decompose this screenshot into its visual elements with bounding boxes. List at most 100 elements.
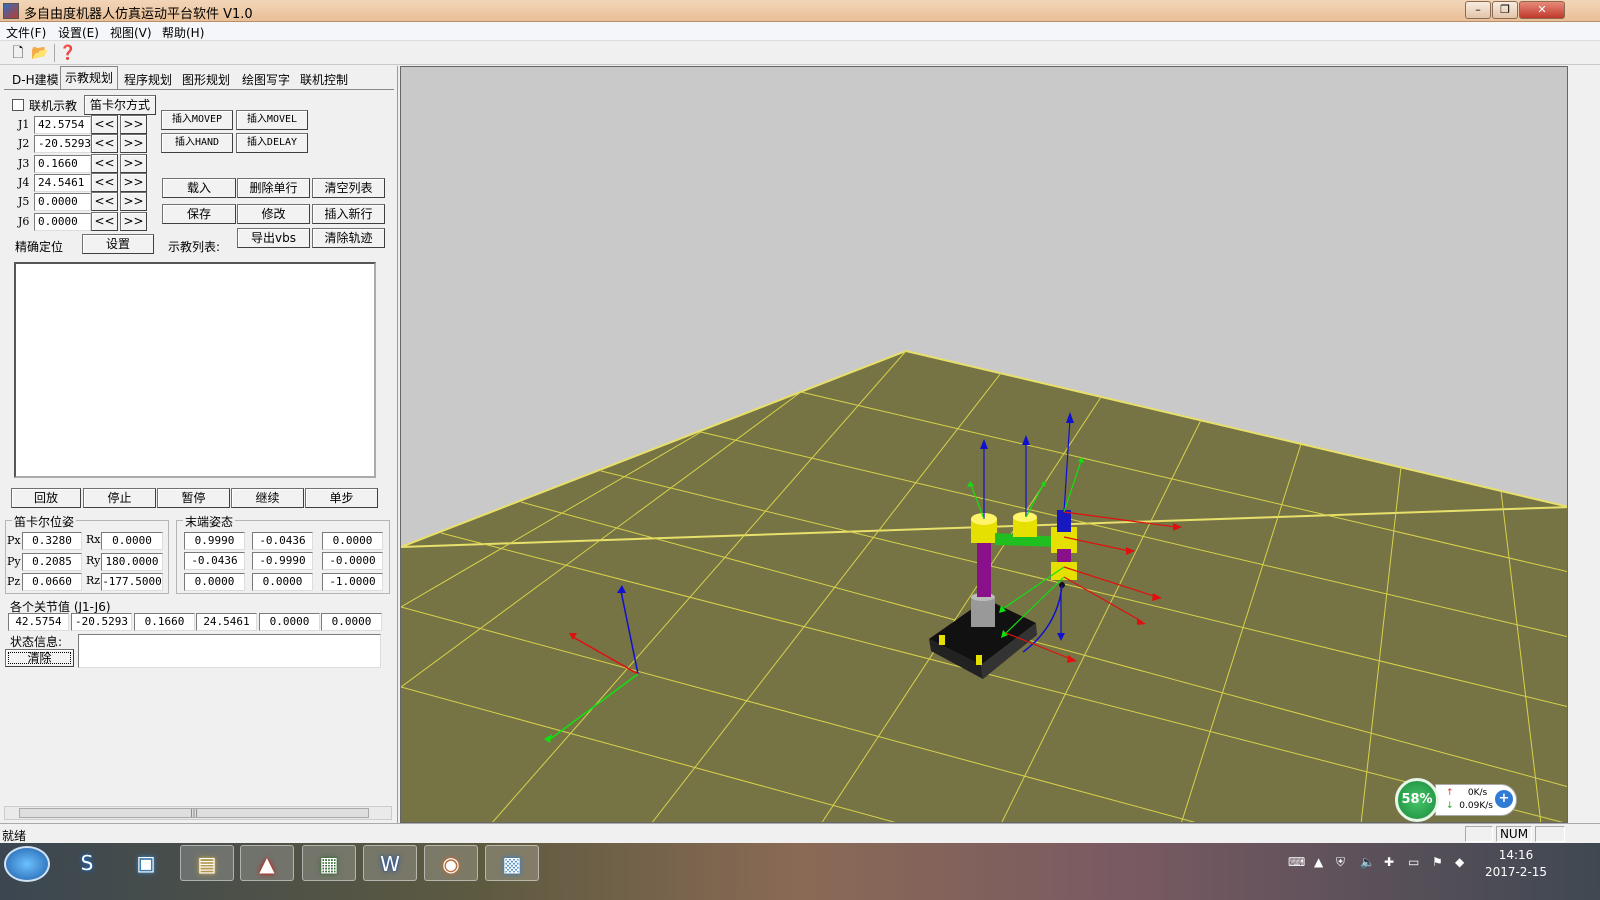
keyboard-icon[interactable]: ⌨ — [1288, 855, 1305, 869]
save-button[interactable]: 保存 — [162, 204, 236, 224]
pause-button[interactable]: 暂停 — [157, 488, 230, 508]
load-button[interactable]: 载入 — [162, 178, 236, 198]
sogou-icon[interactable]: S — [60, 845, 114, 881]
scrollbar-thumb[interactable]: ||| — [19, 808, 369, 818]
tab-dh-modeling[interactable]: D-H建模 — [8, 69, 63, 89]
single-step-button[interactable]: 单步 — [305, 488, 378, 508]
tab-program-planning[interactable]: 程序规划 — [120, 69, 176, 89]
tab-online-control[interactable]: 联机控制 — [296, 69, 352, 89]
joint-decrease-button[interactable]: << — [91, 192, 118, 211]
joint-increase-button[interactable]: >> — [120, 134, 147, 153]
pdf-reader-icon[interactable]: ▲ — [240, 845, 294, 881]
joint-value-field[interactable]: 0.0000 — [34, 193, 91, 211]
pose-matrix-cell[interactable]: -0.0000 — [322, 552, 383, 570]
network-speed-widget[interactable]: ↑ 0K/s ↓ 0.09K/s 58% + — [1395, 778, 1520, 822]
pose-matrix-cell[interactable]: 0.0000 — [184, 573, 245, 591]
stop-button[interactable]: 停止 — [83, 488, 156, 508]
continue-button[interactable]: 继续 — [231, 488, 304, 508]
terminal-icon[interactable]: ▦ — [302, 845, 356, 881]
menu-view[interactable]: 视图(V) — [110, 24, 152, 41]
help-icon[interactable]: ❓ — [58, 44, 78, 62]
new-file-icon[interactable]: 🗋 — [8, 44, 28, 62]
position-value-field[interactable]: 0.0660 — [22, 573, 82, 591]
mfc-app-icon[interactable]: ▩ — [485, 845, 539, 881]
cartesian-mode-button[interactable]: 笛卡尔方式 — [84, 95, 156, 115]
tab-drawing-writing[interactable]: 绘图写字 — [238, 69, 294, 89]
joint-value-cell[interactable]: 0.1660 — [134, 613, 195, 631]
rotation-value-field[interactable]: 180.0000 — [101, 553, 163, 571]
modify-button[interactable]: 修改 — [237, 204, 310, 224]
joint-value-cell[interactable]: 24.5461 — [196, 613, 257, 631]
joint-value-field[interactable]: 42.5754 — [34, 116, 91, 134]
set-button[interactable]: 设置 — [82, 234, 154, 254]
export-vbs-button[interactable]: 导出vbs — [237, 228, 310, 248]
rotation-value-field[interactable]: -177.5000 — [101, 573, 163, 591]
pose-matrix-cell[interactable]: 0.0000 — [322, 532, 383, 550]
online-teach-checkbox[interactable] — [12, 99, 24, 111]
joint-value-cell[interactable]: 0.0000 — [259, 613, 320, 631]
addon-icon[interactable]: ✚ — [1384, 855, 1394, 869]
joint-value-cell[interactable]: 42.5754 — [8, 613, 69, 631]
menu-settings[interactable]: 设置(E) — [58, 24, 99, 41]
joint-value-field[interactable]: 0.1660 — [34, 155, 91, 173]
position-value-field[interactable]: 0.3280 — [22, 532, 82, 550]
volume-icon[interactable]: 🔈 — [1360, 855, 1375, 869]
status-info-box[interactable] — [78, 634, 381, 668]
joint-increase-button[interactable]: >> — [120, 173, 147, 192]
joint-decrease-button[interactable]: << — [91, 173, 118, 192]
pose-matrix-cell[interactable]: -0.9990 — [252, 552, 313, 570]
joint-increase-button[interactable]: >> — [120, 212, 147, 231]
3d-viewport[interactable] — [400, 66, 1568, 823]
pose-matrix-cell[interactable]: -1.0000 — [322, 573, 383, 591]
insert-delay-button[interactable]: 插入DELAY — [236, 133, 308, 153]
joint-value-field[interactable]: -20.5293 — [34, 135, 91, 153]
colorful-app-icon[interactable]: ◉ — [424, 845, 478, 881]
file-explorer-icon[interactable]: ▤ — [180, 845, 234, 881]
tab-graphic-planning[interactable]: 图形规划 — [178, 69, 234, 89]
clear-list-button[interactable]: 清空列表 — [312, 178, 385, 198]
menu-file[interactable]: 文件(F) — [6, 24, 46, 41]
memory-usage-indicator[interactable]: 58% — [1395, 778, 1439, 822]
restore-button[interactable]: ❐ — [1492, 1, 1518, 19]
pose-matrix-cell[interactable]: 0.9990 — [184, 532, 245, 550]
security-shield-icon[interactable]: ⛨ — [1336, 855, 1345, 870]
insert-hand-button[interactable]: 插入HAND — [161, 133, 233, 153]
insert-movep-button[interactable]: 插入MOVEP — [161, 110, 233, 130]
insert-movel-button[interactable]: 插入MOVEL — [236, 110, 308, 130]
clock[interactable]: 14:16 2017-2-15 — [1480, 847, 1552, 881]
minimize-button[interactable]: – — [1465, 1, 1491, 19]
rotation-value-field[interactable]: 0.0000 — [101, 532, 163, 550]
start-button[interactable] — [4, 846, 50, 882]
show-hidden-icon[interactable]: ▲ — [1314, 855, 1323, 869]
joint-increase-button[interactable]: >> — [120, 115, 147, 134]
clear-status-button[interactable]: 清除 — [5, 649, 74, 667]
joint-value-field[interactable]: 24.5461 — [34, 174, 91, 192]
joint-decrease-button[interactable]: << — [91, 134, 118, 153]
pose-matrix-cell[interactable]: 0.0000 — [252, 573, 313, 591]
joint-decrease-button[interactable]: << — [91, 154, 118, 173]
close-button[interactable]: ✕ — [1519, 1, 1565, 19]
pose-matrix-cell[interactable]: -0.0436 — [252, 532, 313, 550]
joint-decrease-button[interactable]: << — [91, 115, 118, 134]
joint-value-cell[interactable]: 0.0000 — [321, 613, 382, 631]
insert-row-button[interactable]: 插入新行 — [312, 204, 385, 224]
flag-icon[interactable]: ⚑ — [1432, 855, 1443, 869]
delete-row-button[interactable]: 删除单行 — [237, 178, 310, 198]
network-icon[interactable]: ▭ — [1408, 855, 1419, 869]
word-icon[interactable]: W — [363, 845, 417, 881]
plus-icon[interactable]: + — [1495, 790, 1513, 808]
horizontal-scrollbar[interactable]: ||| — [4, 806, 392, 820]
store-icon[interactable]: ▣ — [119, 845, 173, 881]
joint-decrease-button[interactable]: << — [91, 212, 118, 231]
joint-increase-button[interactable]: >> — [120, 192, 147, 211]
pose-matrix-cell[interactable]: -0.0436 — [184, 552, 245, 570]
teach-list-box[interactable] — [14, 262, 376, 478]
playback-button[interactable]: 回放 — [11, 488, 81, 508]
joint-value-cell[interactable]: -20.5293 — [71, 613, 132, 631]
clear-track-button[interactable]: 清除轨迹 — [312, 228, 385, 248]
joint-value-field[interactable]: 0.0000 — [34, 213, 91, 231]
open-folder-icon[interactable]: 📂 — [30, 44, 50, 62]
qq-icon[interactable]: ◆ — [1455, 855, 1464, 869]
menu-help[interactable]: 帮助(H) — [162, 24, 204, 41]
tab-teach-planning[interactable]: 示教规划 — [60, 66, 119, 90]
